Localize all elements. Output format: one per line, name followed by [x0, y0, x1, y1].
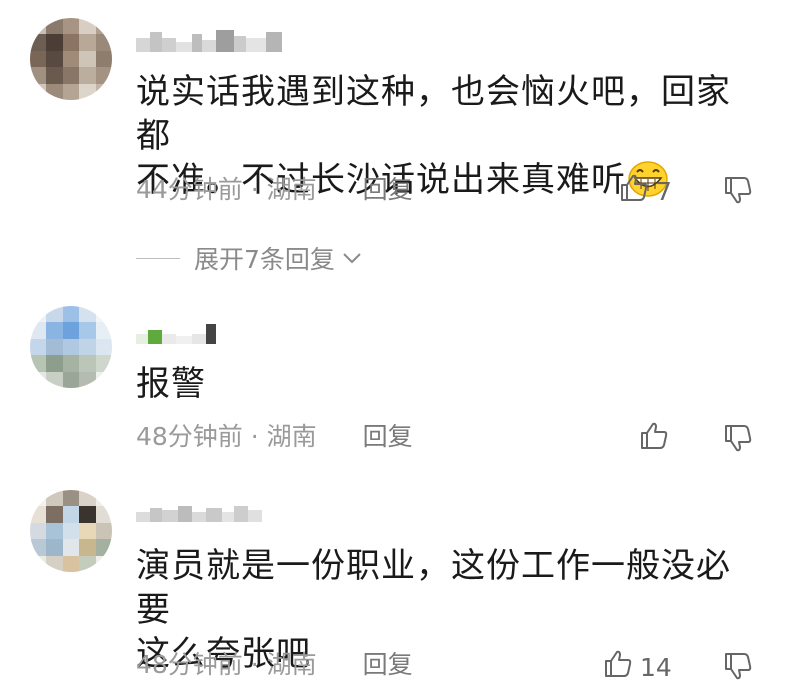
comment-text: 报警: [136, 362, 756, 406]
comment-meta: 48分钟前 · 湖南 回复: [136, 422, 413, 452]
username-blurred[interactable]: [136, 30, 282, 52]
comment-meta: 44分钟前 · 湖南 回复: [136, 175, 413, 205]
dislike-button[interactable]: [722, 650, 754, 686]
comment-3: 演员就是一份职业，这份工作一般没必要 这么夸张吧 48分钟前 · 湖南 回复 1…: [0, 478, 800, 693]
thumbs-down-icon: [722, 177, 754, 210]
avatar[interactable]: [30, 18, 112, 100]
comment-time: 48分钟前: [136, 422, 243, 451]
reply-button[interactable]: 回复: [363, 175, 413, 204]
thumbs-up-icon: [618, 172, 650, 210]
username-blurred[interactable]: [136, 500, 262, 522]
expand-replies-label: 展开7条回复: [194, 245, 335, 274]
comment-time: 48分钟前: [136, 650, 243, 679]
comment-meta: 48分钟前 · 湖南 回复: [136, 650, 413, 680]
meta-separator: ·: [242, 175, 267, 204]
reply-button[interactable]: 回复: [363, 422, 413, 451]
expand-replies-button[interactable]: 展开7条回复: [136, 240, 363, 276]
expand-divider: [136, 257, 180, 259]
comment-location: 湖南: [266, 175, 317, 204]
thumbs-up-icon: [602, 648, 634, 686]
comment-2: 报警 48分钟前 · 湖南 回复: [0, 300, 800, 470]
like-button[interactable]: [638, 420, 676, 458]
chevron-down-icon: [341, 250, 363, 266]
like-count: 14: [640, 652, 672, 682]
comment-text-line: 报警: [136, 364, 206, 404]
thumbs-down-icon: [722, 425, 754, 458]
thumbs-down-icon: [722, 653, 754, 686]
thumbs-up-icon: [638, 420, 670, 458]
avatar[interactable]: [30, 306, 112, 388]
dislike-button[interactable]: [722, 422, 754, 458]
meta-separator: ·: [242, 422, 267, 451]
reply-button[interactable]: 回复: [363, 650, 413, 679]
like-count: 7: [656, 176, 672, 206]
dislike-button[interactable]: [722, 174, 754, 210]
username-blurred[interactable]: [136, 322, 216, 344]
meta-separator: ·: [242, 650, 267, 679]
comment-text-line: 说实话我遇到这种，也会恼火吧，回家都: [136, 72, 731, 156]
comment-time: 44分钟前: [136, 175, 243, 204]
like-button[interactable]: 14: [602, 648, 672, 686]
comment-text-line: 演员就是一份职业，这份工作一般没必要: [136, 546, 731, 630]
comment-location: 湖南: [266, 422, 317, 451]
comment-1: 说实话我遇到这种，也会恼火吧，回家都 不准。不过长沙话说出来真难听 44分钟前 …: [0, 0, 800, 300]
avatar[interactable]: [30, 490, 112, 572]
like-button[interactable]: 7: [618, 172, 672, 210]
comment-location: 湖南: [266, 650, 317, 679]
